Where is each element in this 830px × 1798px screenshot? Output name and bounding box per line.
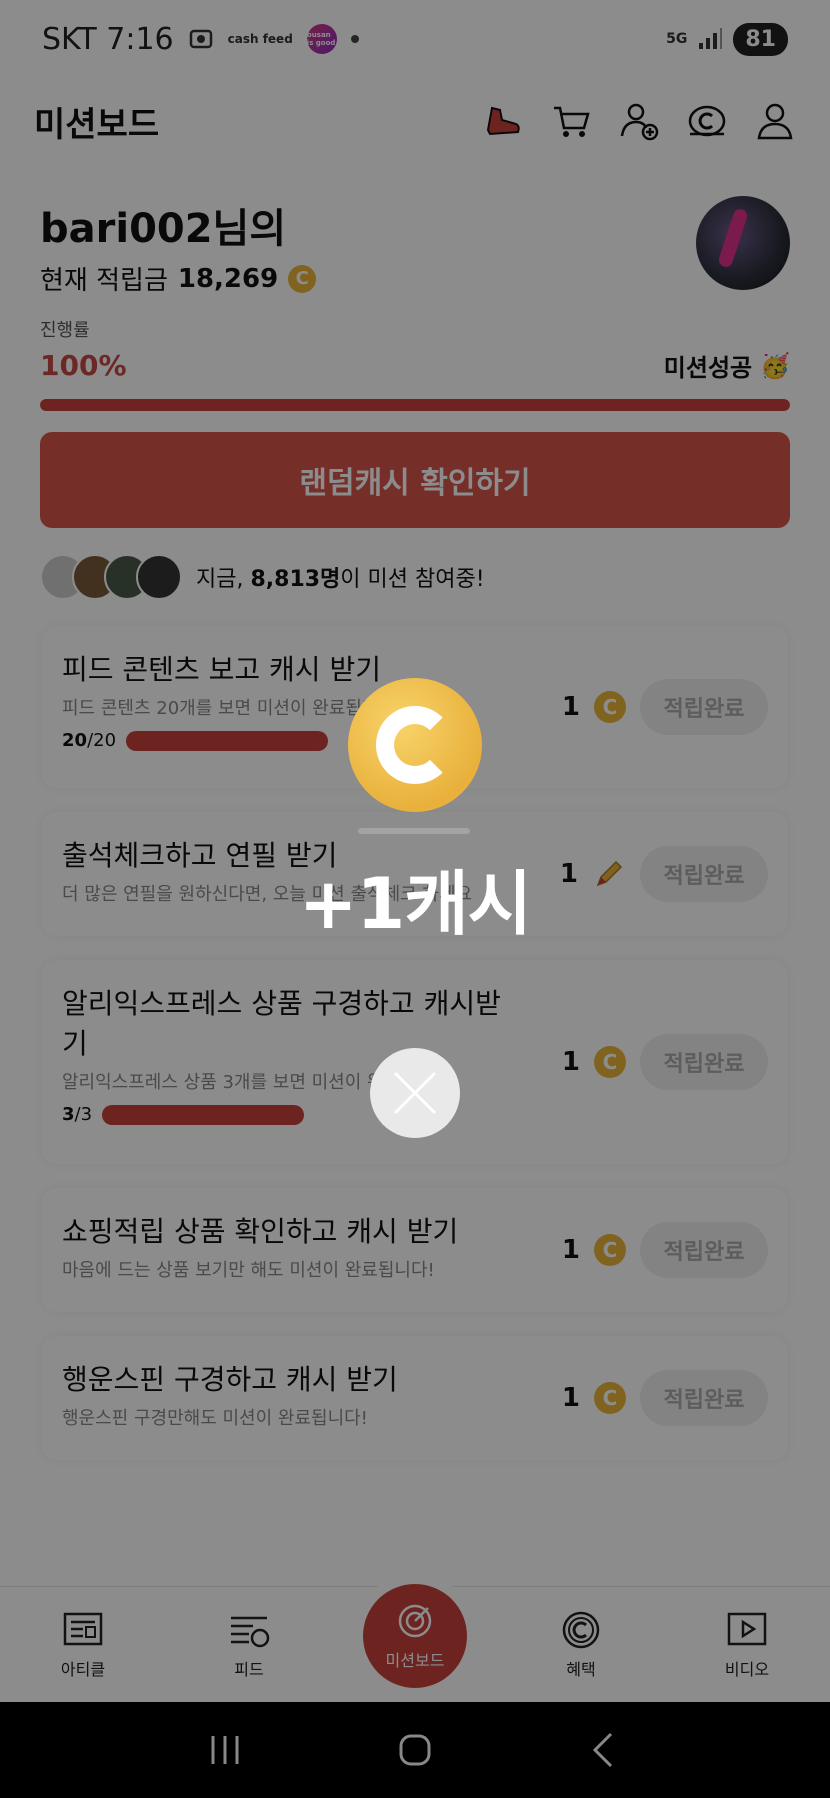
system-nav bbox=[0, 1702, 830, 1798]
home-icon[interactable] bbox=[393, 1728, 437, 1772]
recent-apps-icon[interactable] bbox=[203, 1728, 247, 1772]
close-icon bbox=[393, 1071, 437, 1115]
close-button[interactable] bbox=[370, 1048, 460, 1138]
reward-coin-shadow bbox=[358, 828, 470, 834]
back-icon[interactable] bbox=[583, 1728, 627, 1772]
reward-message: +1캐시 bbox=[298, 863, 532, 945]
reward-coin-icon bbox=[348, 678, 482, 812]
